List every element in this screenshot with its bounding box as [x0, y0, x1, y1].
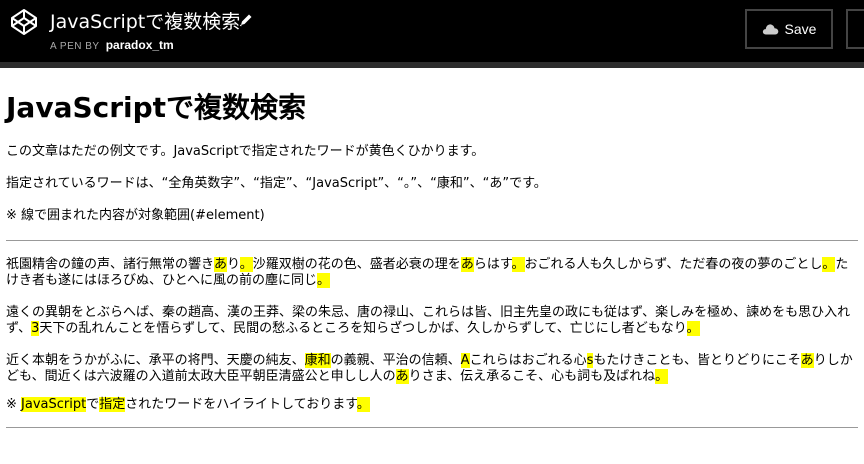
highlighted-match: A: [460, 353, 470, 368]
save-label: Save: [784, 21, 817, 37]
text-run: で: [86, 397, 100, 412]
text-run: これらはおごれる心: [469, 353, 587, 368]
pen-title[interactable]: JavaScriptで複数検索: [50, 7, 240, 34]
page-heading: JavaScriptで複数検索: [6, 91, 307, 124]
element-top-border: [6, 240, 858, 241]
highlighted-match: あ: [460, 257, 474, 272]
top-bar: JavaScriptで複数検索 A PEN BY paradox_tm Save: [0, 0, 864, 62]
text-run: もたけきことも、皆とりどりにこそ: [593, 353, 801, 368]
highlighted-match: 。: [239, 257, 253, 272]
byline: A PEN BY paradox_tm: [50, 38, 174, 52]
highlighted-match: 。: [655, 369, 669, 384]
settings-button[interactable]: [846, 9, 864, 49]
highlighted-match: 。: [511, 257, 525, 272]
highlighted-match: 。: [316, 273, 330, 288]
highlighted-match: あ: [395, 369, 409, 384]
highlighted-match: 。: [356, 397, 370, 412]
highlighted-match: あ: [800, 353, 814, 368]
text-run: 天下の乱れんことを悟らずして、民間の愁ふるところを知らざつしかば、久しからずして…: [39, 321, 687, 336]
element-bottom-border: [6, 427, 858, 428]
paragraph-2: 遠くの異朝をとぶらへば、秦の趙高、漢の王莽、梁の朱忌、唐の禄山、これらは皆、旧主…: [6, 305, 858, 337]
highlighted-match: あ: [214, 257, 228, 272]
text-run: りさま、伝え承るこそ、心も詞も及ばれね: [408, 369, 656, 384]
codepen-logo-icon[interactable]: [10, 8, 38, 36]
text-run: ※: [6, 397, 22, 412]
pencil-icon[interactable]: [238, 12, 254, 28]
text-run: の義親、平治の信頼、: [330, 353, 461, 368]
paragraph-1: 祇園精舎の鐘の声、諸行無常の響きあり。沙羅双樹の花の色、盛者必衰の理をあらはす。…: [6, 257, 858, 289]
paragraph-3: 近く本朝をうかがふに、承平の将門、天慶の純友、康和の義親、平治の信頼、Aこれらは…: [6, 353, 858, 385]
highlighted-match: 。: [686, 321, 700, 336]
highlighted-match: 指定: [99, 397, 126, 412]
text-run: 沙羅双樹の花の色、盛者必衰の理を: [252, 257, 461, 272]
byline-prefix: A PEN BY: [50, 41, 100, 52]
cloud-icon: [762, 24, 778, 35]
save-button[interactable]: Save: [745, 9, 833, 49]
text-run: おごれる人も久しからず、ただ春の夜の夢のごとし: [524, 257, 823, 272]
highlighted-match: 。: [822, 257, 836, 272]
search-element: 祇園精舎の鐘の声、諸行無常の響きあり。沙羅双樹の花の色、盛者必衰の理をあらはす。…: [6, 257, 858, 413]
text-run: 祇園精舎の鐘の声、諸行無常の響き: [6, 257, 215, 272]
highlighted-match: 康和: [304, 353, 331, 368]
text-run: されたワードをハイライトしております: [125, 397, 357, 412]
intro-text-1: この文章はただの例文です。JavaScriptで指定されたワードが黄色くひかりま…: [6, 144, 485, 159]
text-run: り: [227, 257, 240, 272]
text-run: 近く本朝をうかがふに、承平の将門、天慶の純友、: [6, 353, 305, 368]
author-link[interactable]: paradox_tm: [106, 38, 174, 52]
intro-text-2: 指定されているワードは、“全角英数字”、“指定”、“JavaScript”、“。…: [6, 176, 547, 191]
highlighted-match: JavaScript: [21, 397, 87, 412]
text-run: らはす: [473, 257, 512, 272]
paragraph-4: ※ JavaScriptで指定されたワードをハイライトしております。: [6, 397, 858, 413]
intro-text-3: ※ 線で囲まれた内容が対象範囲(#element): [6, 208, 265, 223]
result-pane: JavaScriptで複数検索 この文章はただの例文です。JavaScriptで…: [6, 68, 858, 428]
